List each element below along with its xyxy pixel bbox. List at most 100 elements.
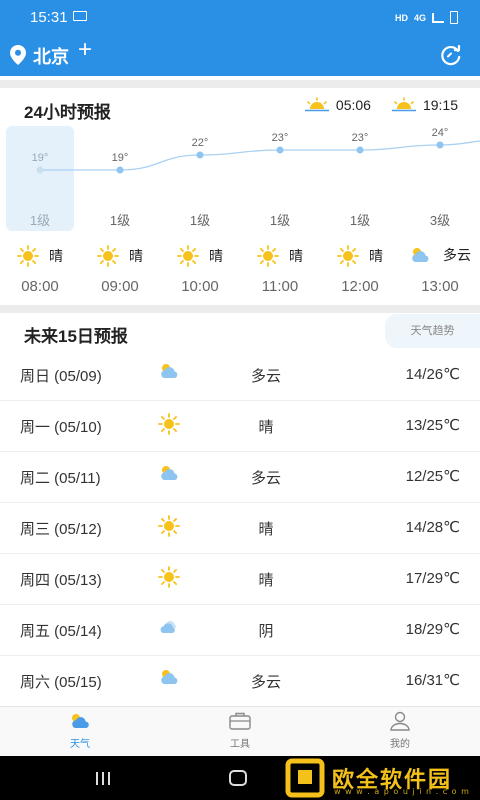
hour-time[interactable]: 09:00	[80, 278, 160, 295]
home-button[interactable]	[229, 770, 247, 786]
day-date: 周二 (05/11)	[20, 470, 101, 487]
sunset-icon	[391, 97, 416, 112]
temp-label: 24°	[432, 127, 449, 139]
app-header: 北京 +	[0, 34, 480, 76]
hour-wind-level: 3级	[429, 213, 451, 228]
hour-condition: 多云	[400, 245, 480, 265]
day-condition: 晴	[258, 521, 274, 538]
hour-condition-text: 晴	[49, 248, 63, 264]
city-name[interactable]: 北京	[33, 43, 69, 69]
nav-weather-label: 天气	[70, 739, 90, 750]
bottom-nav: 天气 工具 我的	[0, 706, 480, 756]
hour-time[interactable]: 11:00	[240, 278, 320, 295]
hour-wind-level: 1级	[349, 213, 371, 228]
add-city-button[interactable]: +	[78, 38, 92, 62]
cloudy-icon	[158, 362, 182, 385]
watermark: 欧全软件园 w w w . a p o u j i n . c o m	[280, 758, 480, 798]
day-temp-range: 14/28℃	[405, 519, 460, 536]
hour-condition-text: 晴	[209, 248, 223, 264]
hour-condition: 晴	[0, 245, 80, 267]
day-date: 周一 (05/10)	[20, 419, 102, 436]
hour-condition-text: 晴	[289, 248, 303, 264]
daily-forecast-row[interactable]: 周日 (05/09) 多云 14/26℃	[0, 350, 480, 401]
status-bar: 15:31 HD 4G	[0, 0, 480, 34]
refresh-icon[interactable]	[440, 44, 462, 66]
day-condition: 阴	[258, 623, 274, 640]
daily-forecast-row[interactable]: 周四 (05/13) 晴 17/29℃	[0, 554, 480, 605]
hour-condition: 晴	[240, 245, 320, 267]
sunny-icon	[257, 245, 279, 267]
user-icon	[390, 711, 410, 731]
day-temp-range: 12/25℃	[405, 468, 460, 485]
hour-time[interactable]: 12:00	[320, 278, 400, 295]
temp-point	[196, 151, 204, 159]
sunny-icon	[158, 413, 180, 440]
cloudy-icon	[409, 246, 433, 264]
temp-label: 23°	[272, 132, 289, 144]
temp-label: 19°	[32, 152, 49, 164]
daily-forecast-row[interactable]: 周二 (05/11) 多云 12/25℃	[0, 452, 480, 503]
hour-condition: 晴	[160, 245, 240, 267]
hour-wind-level: 1级	[109, 213, 131, 228]
recent-apps-button[interactable]	[96, 772, 110, 785]
sunset-time: 19:15	[422, 97, 458, 113]
hour-condition-text: 晴	[129, 248, 143, 264]
nav-weather[interactable]: 天气	[40, 711, 120, 750]
nav-mine-label: 我的	[390, 739, 410, 750]
hour-wind-level: 1级	[269, 213, 291, 228]
sunrise-icon	[304, 97, 329, 112]
daily-forecast-row[interactable]: 周六 (05/15) 多云 16/31℃	[0, 656, 480, 707]
status-indicators: HD 4G	[395, 11, 458, 24]
cloudy-icon	[158, 464, 182, 487]
temp-line	[40, 140, 480, 171]
hour-time[interactable]: 10:00	[160, 278, 240, 295]
cloudy-icon	[158, 668, 182, 691]
hour-condition-text: 多云	[443, 247, 471, 263]
hour-condition-text: 晴	[369, 248, 383, 264]
daily-forecast-title: 未来15日预报	[24, 327, 128, 346]
hour-time[interactable]: 08:00	[0, 278, 80, 295]
network-type-indicator: 4G	[413, 12, 426, 23]
nav-mine[interactable]: 我的	[360, 711, 440, 750]
sunny-icon	[17, 245, 39, 267]
hour-wind-level: 1级	[189, 213, 211, 228]
hour-time[interactable]: 13:00	[400, 278, 480, 295]
day-temp-range: 16/31℃	[405, 672, 460, 689]
hd-indicator: HD	[394, 12, 408, 23]
hour-condition: 晴	[320, 245, 400, 267]
temp-point	[276, 146, 284, 154]
location-pin-icon	[10, 45, 26, 65]
sunny-icon	[337, 245, 359, 267]
sunny-icon	[158, 566, 180, 593]
signal-icon	[432, 12, 444, 23]
sunrise-time: 05:06	[335, 97, 371, 113]
temp-point	[436, 141, 444, 149]
day-condition: 多云	[250, 470, 281, 487]
temp-label: 19°	[112, 152, 129, 164]
watermark-url: w w w . a p o u j i n . c o m	[334, 787, 470, 796]
status-time: 15:31	[30, 9, 68, 26]
day-temp-range: 17/29℃	[405, 570, 460, 587]
day-date: 周日 (05/09)	[20, 368, 102, 385]
temp-label: 23°	[352, 132, 369, 144]
section-divider	[0, 305, 480, 313]
temp-point	[36, 166, 44, 174]
weather-trend-button[interactable]: 天气趋势	[385, 314, 480, 348]
sunny-icon	[97, 245, 119, 267]
section-divider	[0, 80, 480, 88]
day-condition: 晴	[258, 572, 274, 589]
hour-condition: 晴	[80, 245, 160, 267]
daily-forecast-row[interactable]: 周三 (05/12) 晴 14/28℃	[0, 503, 480, 554]
hour-wind-level: 1级	[29, 213, 51, 228]
temp-point	[356, 146, 364, 154]
day-date: 周三 (05/12)	[20, 521, 102, 538]
daily-forecast-row[interactable]: 周一 (05/10) 晴 13/25℃	[0, 401, 480, 452]
nav-tools[interactable]: 工具	[200, 711, 280, 750]
watermark-logo-icon	[285, 758, 325, 798]
sunny-icon	[177, 245, 199, 267]
sunny-icon	[158, 515, 180, 542]
daily-forecast-row[interactable]: 周五 (05/14) 阴 18/29℃	[0, 605, 480, 656]
day-condition: 晴	[258, 419, 274, 436]
day-date: 周五 (05/14)	[20, 623, 102, 640]
temp-label: 22°	[192, 137, 209, 149]
